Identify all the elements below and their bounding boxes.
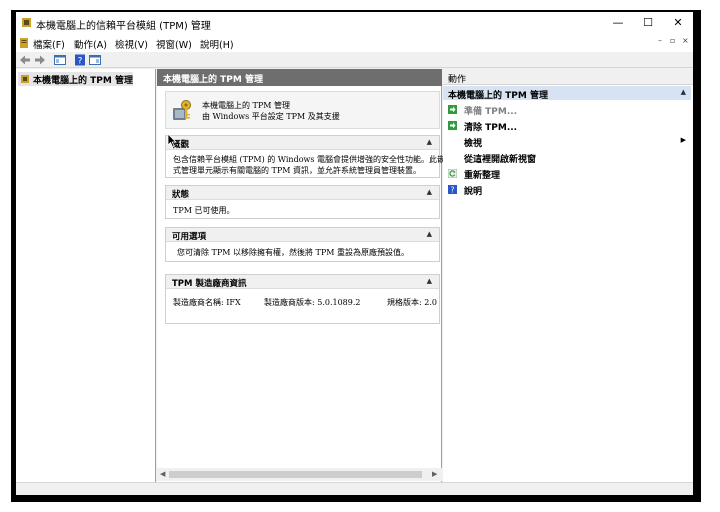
back-arrow-icon[interactable] xyxy=(19,54,31,66)
mdi-close-button[interactable]: × xyxy=(682,36,689,45)
specification-version: 規格版本: 2.0 xyxy=(387,298,437,307)
forward-arrow-icon[interactable] xyxy=(34,54,46,66)
tpm-key-icon xyxy=(173,100,191,120)
action-clear-tpm-label: 清除 TPM... xyxy=(464,123,518,133)
manufacturer-name: 製造廠商名稱: IFX xyxy=(173,298,241,307)
section-status-header[interactable]: 狀態 ▲ xyxy=(166,186,439,200)
action-refresh-label: 重新整理 xyxy=(464,171,501,181)
menu-file[interactable]: 檔案(F) xyxy=(33,37,65,51)
section-manufacturer-header[interactable]: TPM 製造廠商資訊 ▲ xyxy=(166,275,439,289)
submenu-arrow-icon: ▶ xyxy=(680,136,686,144)
section-available-options: 可用選項 ▲ 您可清除 TPM 以移除擁有權，然後將 TPM 重設為原廠預設值。 xyxy=(165,227,440,262)
action-refresh[interactable]: 重新整理 xyxy=(443,166,691,182)
section-options-header[interactable]: 可用選項 ▲ xyxy=(166,228,439,242)
collapse-caret-icon[interactable]: ▲ xyxy=(427,138,432,146)
intro-subtitle: 由 Windows 平台設定 TPM 及其支援 xyxy=(202,112,340,121)
options-text: 您可清除 TPM 以移除擁有權，然後將 TPM 重設為原廠預設值。 xyxy=(177,248,409,257)
action-help-label: 說明 xyxy=(464,187,483,197)
title-bar[interactable]: 本機電腦上的信賴平台模組 (TPM) 管理 — ☐ ✕ xyxy=(16,12,693,34)
menu-help[interactable]: 說明(H) xyxy=(200,37,234,51)
collapse-caret-icon[interactable]: ▲ xyxy=(427,230,432,238)
show-hide-action-pane-icon[interactable] xyxy=(89,54,101,66)
status-bar xyxy=(16,482,693,495)
actions-group-header[interactable]: 本機電腦上的 TPM 管理 ▲ xyxy=(443,86,691,101)
results-pane-title: 本機電腦上的 TPM 管理 xyxy=(163,75,263,85)
refresh-icon xyxy=(448,169,457,178)
mouse-cursor-icon xyxy=(167,133,177,148)
maximize-button[interactable]: ☐ xyxy=(633,12,663,34)
scrollbar-thumb[interactable] xyxy=(169,471,422,478)
status-text: TPM 已可使用。 xyxy=(173,206,235,215)
section-options-title: 可用選項 xyxy=(172,232,207,242)
actions-pane: 動作 本機電腦上的 TPM 管理 ▲ 準備 TPM... 清除 TPM... 檢… xyxy=(443,69,693,482)
help-icon: ? xyxy=(448,185,457,194)
action-new-window-label: 從這裡開啟新視窗 xyxy=(464,155,537,165)
actions-group-title: 本機電腦上的 TPM 管理 xyxy=(448,91,548,101)
svg-text:?: ? xyxy=(78,57,83,67)
menu-window[interactable]: 視窗(W) xyxy=(156,37,192,51)
section-manufacturer-info: TPM 製造廠商資訊 ▲ 製造廠商名稱: IFX 製造廠商版本: 5.0.108… xyxy=(165,274,440,324)
actions-pane-title: 動作 xyxy=(448,75,467,85)
tpm-chip-icon xyxy=(21,75,29,83)
menu-bar: 檔案(F) 動作(A) 檢視(V) 視窗(W) 說明(H) – ▫ × xyxy=(16,34,693,52)
console-document-icon[interactable] xyxy=(19,37,29,49)
green-arrow-icon xyxy=(448,105,457,114)
tree-item-label: 本機電腦上的 TPM 管理 xyxy=(33,76,133,86)
action-prepare-tpm-label: 準備 TPM... xyxy=(464,107,518,117)
scroll-right-icon[interactable]: ▶ xyxy=(432,470,437,478)
green-arrow-icon xyxy=(448,121,457,130)
collapse-caret-icon[interactable]: ▲ xyxy=(427,277,432,285)
actions-pane-header: 動作 xyxy=(443,69,693,85)
help-toolbar-icon[interactable]: ? xyxy=(74,54,86,66)
scroll-left-icon[interactable]: ◀ xyxy=(160,470,165,478)
toolbar: ? xyxy=(16,52,693,68)
window-title: 本機電腦上的信賴平台模組 (TPM) 管理 xyxy=(36,21,211,32)
results-pane-header: 本機電腦上的 TPM 管理 xyxy=(157,69,442,86)
action-view[interactable]: 檢視 ▶ xyxy=(443,134,691,150)
tree-item-tpm-management[interactable]: 本機電腦上的 TPM 管理 xyxy=(18,72,133,86)
action-view-label: 檢視 xyxy=(464,139,483,149)
mmc-window: 本機電腦上的信賴平台模組 (TPM) 管理 — ☐ ✕ 檔案(F) 動作(A) … xyxy=(16,12,693,495)
action-prepare-tpm[interactable]: 準備 TPM... xyxy=(443,102,691,118)
action-new-window[interactable]: 從這裡開啟新視窗 xyxy=(443,150,691,166)
intro-title: 本機電腦上的 TPM 管理 xyxy=(202,101,290,110)
tpm-app-icon xyxy=(22,18,31,27)
mdi-restore-button[interactable]: ▫ xyxy=(670,36,675,45)
section-overview: 概觀 ▲ 包含信賴平台模組 (TPM) 的 Windows 電腦會提供增強的安全… xyxy=(165,135,453,178)
console-tree: 本機電腦上的 TPM 管理 xyxy=(16,69,156,482)
menu-view[interactable]: 檢視(V) xyxy=(115,37,148,51)
section-overview-header[interactable]: 概觀 ▲ xyxy=(166,136,439,150)
intro-box: 本機電腦上的 TPM 管理 由 Windows 平台設定 TPM 及其支援 xyxy=(165,91,440,129)
svg-text:?: ? xyxy=(451,186,455,195)
action-clear-tpm[interactable]: 清除 TPM... xyxy=(443,118,691,134)
section-status: 狀態 ▲ TPM 已可使用。 xyxy=(165,185,440,219)
show-hide-console-tree-icon[interactable] xyxy=(54,54,66,66)
minimize-button[interactable]: — xyxy=(603,12,633,34)
section-manufacturer-title: TPM 製造廠商資訊 xyxy=(172,279,247,289)
menu-action[interactable]: 動作(A) xyxy=(74,37,107,51)
horizontal-scrollbar[interactable]: ◀ ▶ xyxy=(157,468,442,481)
overview-line-2: 式管理單元顯示有關電腦的 TPM 資訊，並允許系統管理員管理裝置。 xyxy=(173,166,421,175)
overview-line-1: 包含信賴平台模組 (TPM) 的 Windows 電腦會提供增強的安全性功能。此… xyxy=(173,155,454,164)
mdi-minimize-button[interactable]: – xyxy=(658,36,662,45)
results-pane: 本機電腦上的 TPM 管理 本機電腦上的 TPM 管理 由 Windows 平台… xyxy=(157,69,453,482)
action-help[interactable]: ? 說明 xyxy=(443,182,691,198)
section-status-title: 狀態 xyxy=(172,190,190,200)
manufacturer-version: 製造廠商版本: 5.0.1089.2 xyxy=(264,298,361,307)
close-button[interactable]: ✕ xyxy=(663,12,693,34)
collapse-caret-icon[interactable]: ▲ xyxy=(427,188,432,196)
collapse-caret-icon[interactable]: ▲ xyxy=(681,88,686,96)
